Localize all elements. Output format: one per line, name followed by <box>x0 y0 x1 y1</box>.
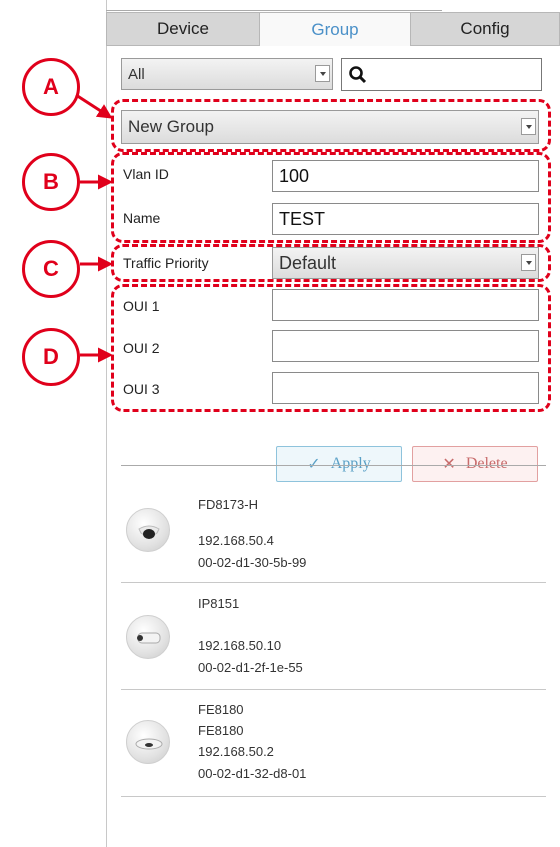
device-ip: 192.168.50.10 <box>198 638 282 653</box>
list-item[interactable]: IP8151 192.168.50.10 00-02-d1-2f-1e-55 <box>121 583 546 689</box>
list-separator <box>121 796 546 797</box>
device-mac: 00-02-d1-32-d8-01 <box>198 766 307 781</box>
list-item[interactable]: FE8180 FE8180 192.168.50.2 00-02-d1-32-d… <box>121 690 546 796</box>
device-model: FE8180 <box>198 702 244 717</box>
device-ip: 192.168.50.4 <box>198 533 274 548</box>
device-mac: 00-02-d1-2f-1e-55 <box>198 660 303 675</box>
arrow-a <box>75 93 113 119</box>
fisheye-camera-icon <box>126 720 170 764</box>
bullet-camera-icon <box>126 615 170 659</box>
device-mac: 00-02-d1-30-5b-99 <box>198 555 307 570</box>
device-model: IP8151 <box>198 596 240 611</box>
device-name: FE8180 <box>198 723 244 738</box>
dome-camera-icon <box>126 508 170 552</box>
device-model: FD8173-H <box>198 497 258 512</box>
list-separator <box>121 465 546 466</box>
device-ip: 192.168.50.2 <box>198 744 274 759</box>
list-item[interactable]: FD8173-H 192.168.50.4 00-02-d1-30-5b-99 <box>121 470 546 582</box>
